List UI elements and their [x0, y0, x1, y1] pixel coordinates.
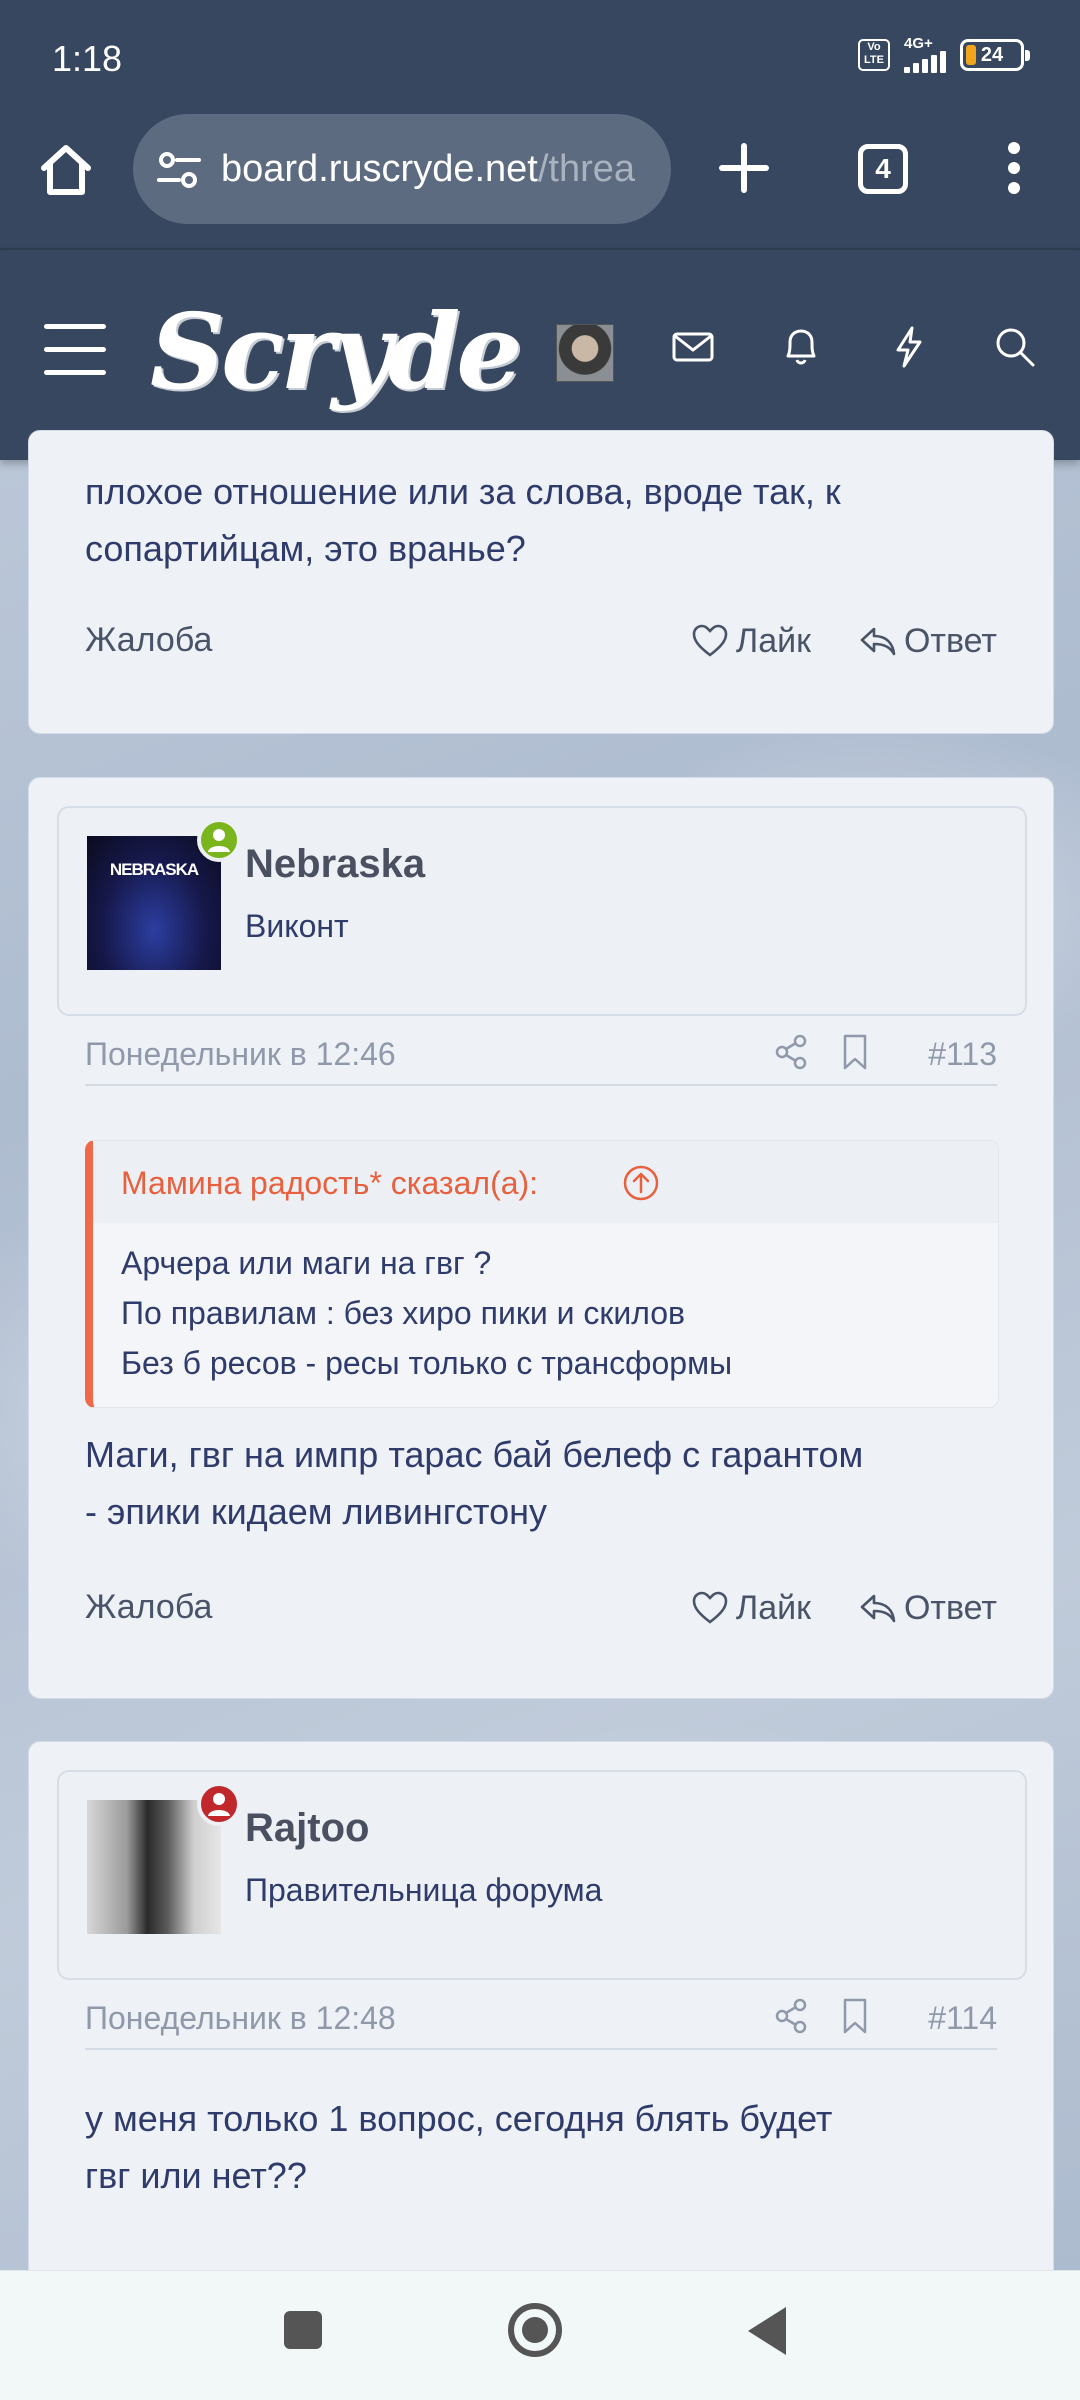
system-nav-bar — [0, 2270, 1080, 2400]
report-link[interactable]: Жалоба — [85, 621, 212, 660]
status-bar: 1:18 Vo LTE 4G+ 24 — [0, 0, 1080, 112]
post-body: у меня только 1 вопрос, сегодня блять бу… — [85, 2090, 832, 2204]
post-text-line: Маги, гвг на импр тарас бай белеф с гара… — [85, 1434, 864, 1475]
home-button[interactable] — [508, 2303, 562, 2357]
post-text-line: гвг или нет?? — [85, 2155, 307, 2196]
new-tab-icon[interactable] — [714, 138, 774, 198]
post-card: плохое отношение или за слова, вроде так… — [28, 430, 1054, 734]
like-label: Лайк — [735, 621, 811, 660]
heart-icon — [692, 1591, 728, 1624]
post-text-line: плохое отношение или за слова, вроде так… — [85, 471, 841, 512]
site-header: Scryde — [0, 250, 1080, 460]
post-text-line: у меня только 1 вопрос, сегодня блять бу… — [85, 2098, 833, 2139]
lightning-icon[interactable] — [884, 322, 934, 372]
post-number[interactable]: #113 — [928, 1036, 997, 1073]
quote-line: По правилам : без хиро пики и скилов — [121, 1295, 686, 1331]
hamburger-menu-icon[interactable] — [44, 324, 106, 375]
quote-line: Без б ресов - ресы только с трансформы — [121, 1345, 733, 1381]
battery-level: 24 — [980, 43, 1004, 66]
search-icon[interactable] — [990, 322, 1040, 372]
online-status-icon — [197, 1782, 241, 1826]
battery-icon: 24 — [960, 38, 1030, 71]
volte-icon: Vo LTE — [858, 38, 890, 71]
username[interactable]: Nebraska — [245, 842, 425, 887]
home-icon[interactable] — [36, 140, 96, 200]
like-button[interactable]: Лайк — [690, 621, 811, 661]
bookmark-icon[interactable] — [837, 1032, 873, 1072]
post-number[interactable]: #114 — [928, 2000, 997, 2037]
heart-icon — [692, 624, 728, 657]
reply-button[interactable]: Ответ — [858, 621, 997, 661]
user-avatar[interactable] — [556, 324, 614, 382]
post-body: плохое отношение или за слова, вроде так… — [85, 463, 841, 577]
post-date[interactable]: Понедельник в 12:48 — [85, 2000, 396, 2037]
status-time: 1:18 — [52, 38, 123, 79]
post-actions: Жалоба Лайк Ответ — [85, 621, 997, 671]
like-button[interactable]: Лайк — [690, 1588, 811, 1628]
browser-toolbar: board.ruscryde.net/threa 4 — [0, 112, 1080, 250]
post-actions: Жалоба Лайк Ответ — [85, 1588, 997, 1638]
back-button[interactable] — [748, 2307, 786, 2355]
bookmark-icon[interactable] — [837, 1996, 873, 2036]
reply-button[interactable]: Ответ — [858, 1588, 997, 1628]
user-title: Виконт — [245, 908, 349, 944]
status-icons: Vo LTE 4G+ 24 — [858, 36, 1030, 73]
quote-block: Мамина радость* сказал(а): Арчера или ма… — [85, 1140, 999, 1408]
arrow-up-circle-icon[interactable] — [621, 1163, 661, 1203]
url-text: board.ruscryde.net/threa — [221, 148, 636, 190]
mail-icon[interactable] — [668, 322, 718, 372]
quote-line: Арчера или маги на гвг ? — [121, 1245, 492, 1281]
username[interactable]: Rajtoo — [245, 1806, 369, 1851]
user-info-box: Rajtoo Правительница форума — [57, 1770, 1027, 1980]
tab-switcher-button[interactable]: 4 — [858, 144, 908, 194]
more-menu-icon[interactable] — [990, 142, 1038, 198]
user-title: Правительница форума — [245, 1872, 603, 1908]
share-icon[interactable] — [771, 1996, 811, 2036]
post-text-line: сопартийцам, это вранье? — [85, 528, 526, 569]
network-type: 4G+ — [904, 35, 933, 52]
address-bar[interactable]: board.ruscryde.net/threa — [133, 114, 671, 224]
post-meta: Понедельник в 12:48 #114 — [85, 1990, 997, 2050]
post-card: NEBRASKA Nebraska Виконт Понедельник в 1… — [28, 777, 1054, 1699]
post-date[interactable]: Понедельник в 12:46 — [85, 1036, 396, 1073]
share-icon[interactable] — [771, 1032, 811, 1072]
signal-icon: 4G+ — [904, 36, 946, 73]
recents-button[interactable] — [284, 2311, 322, 2349]
avatar-caption: NEBRASKA — [109, 860, 199, 879]
online-status-icon — [197, 818, 241, 862]
like-label: Лайк — [735, 1588, 811, 1627]
reply-icon — [860, 1594, 896, 1623]
bell-icon[interactable] — [776, 322, 826, 372]
site-settings-icon[interactable] — [157, 150, 201, 190]
post-body: Маги, гвг на импр тарас бай белеф с гара… — [85, 1426, 863, 1540]
report-link[interactable]: Жалоба — [85, 1588, 212, 1627]
reply-label: Ответ — [903, 621, 997, 660]
post-text-line: - эпики кидаем ливингстону — [85, 1491, 548, 1532]
user-info-box: NEBRASKA Nebraska Виконт — [57, 806, 1027, 1016]
quote-author[interactable]: Мамина радость* сказал(а): — [121, 1165, 538, 1202]
reply-label: Ответ — [903, 1588, 997, 1627]
reply-icon — [860, 627, 896, 656]
site-logo[interactable]: Scryde — [150, 290, 523, 413]
post-meta: Понедельник в 12:46 #113 — [85, 1026, 997, 1086]
